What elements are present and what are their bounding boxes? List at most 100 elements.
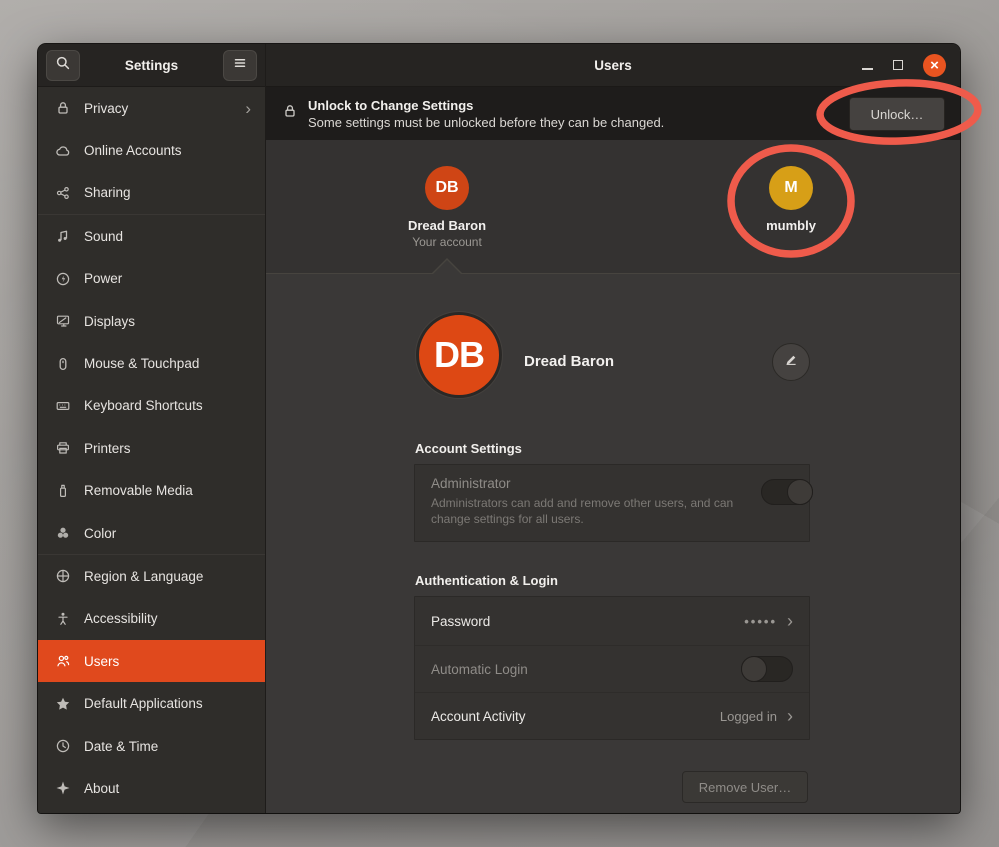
- window-controls: ×: [862, 44, 946, 86]
- administrator-label: Administrator: [431, 476, 761, 491]
- search-icon: [55, 55, 71, 76]
- sidebar-item-label: Users: [84, 654, 119, 669]
- administrator-toggle[interactable]: [761, 479, 813, 505]
- sidebar-item-label: Displays: [84, 314, 135, 329]
- toggle-knob: [787, 479, 813, 505]
- sidebar-item-privacy[interactable]: Privacy ›: [38, 87, 265, 129]
- users-icon: [55, 653, 71, 669]
- sidebar-item-removable-media[interactable]: Removable Media: [38, 470, 265, 512]
- unlock-banner: Unlock to Change Settings Some settings …: [266, 87, 960, 140]
- administrator-description: Administrators can add and remove other …: [431, 496, 761, 528]
- password-dots: •••••: [744, 614, 777, 629]
- unlock-banner-text: Unlock to Change Settings Some settings …: [308, 98, 664, 130]
- star-icon: [55, 696, 71, 712]
- clock-icon: [55, 738, 71, 754]
- titlebar: Users ×: [266, 44, 960, 87]
- toggle-knob: [741, 656, 767, 682]
- lock-icon: [55, 100, 71, 116]
- automatic-login-label: Automatic Login: [431, 662, 528, 677]
- sidebar-item-about[interactable]: About: [38, 767, 265, 809]
- sparkle-icon: [55, 780, 71, 796]
- user-carousel: DB Dread Baron Your account M mumbly: [266, 140, 960, 274]
- keyboard-icon: [55, 398, 71, 414]
- close-button[interactable]: ×: [923, 54, 946, 77]
- sidebar-item-label: Default Applications: [84, 696, 203, 711]
- account-settings-heading: Account Settings: [415, 441, 522, 456]
- sidebar: Settings Privacy › Online Accounts: [38, 44, 266, 813]
- menu-button[interactable]: [223, 50, 257, 81]
- sidebar-item-default-applications[interactable]: Default Applications: [38, 682, 265, 724]
- sidebar-item-printers[interactable]: Printers: [38, 427, 265, 469]
- share-icon: [55, 185, 71, 201]
- account-activity-row[interactable]: Account Activity Logged in ›: [415, 692, 809, 739]
- profile-avatar[interactable]: DB: [416, 312, 502, 398]
- sidebar-item-label: Sharing: [84, 185, 131, 200]
- desktop-background: Settings Privacy › Online Accounts: [0, 0, 999, 847]
- unlock-button[interactable]: Unlock…: [849, 97, 945, 131]
- chevron-right-icon: ›: [787, 612, 793, 630]
- sidebar-item-color[interactable]: Color: [38, 512, 265, 554]
- sidebar-item-online-accounts[interactable]: Online Accounts: [38, 129, 265, 171]
- sidebar-item-label: About: [84, 781, 119, 796]
- automatic-login-toggle[interactable]: [741, 656, 793, 682]
- sidebar-item-displays[interactable]: Displays: [38, 300, 265, 342]
- main-panel: Users × Unlock to Change Settings Some s…: [266, 44, 960, 813]
- sidebar-item-keyboard-shortcuts[interactable]: Keyboard Shortcuts: [38, 385, 265, 427]
- power-icon: [55, 271, 71, 287]
- user-dread-baron[interactable]: DB Dread Baron Your account: [372, 166, 522, 249]
- user-subtitle: Your account: [372, 235, 522, 249]
- search-button[interactable]: [46, 50, 80, 81]
- usb-drive-icon: [55, 483, 71, 499]
- unlock-banner-title: Unlock to Change Settings: [308, 98, 664, 113]
- administrator-text: Administrator Administrators can add and…: [431, 476, 761, 528]
- user-name: mumbly: [716, 218, 866, 233]
- sidebar-item-users[interactable]: Users: [38, 640, 265, 682]
- lock-icon: [282, 103, 298, 124]
- sidebar-nav: Privacy › Online Accounts Sharing Sound: [38, 87, 265, 813]
- password-row[interactable]: Password ••••• ›: [415, 597, 809, 645]
- settings-window: Settings Privacy › Online Accounts: [38, 44, 960, 813]
- sidebar-item-accessibility[interactable]: Accessibility: [38, 598, 265, 640]
- chevron-right-icon: ›: [787, 707, 793, 725]
- account-activity-label: Account Activity: [431, 709, 526, 724]
- unlock-banner-subtitle: Some settings must be unlocked before th…: [308, 115, 664, 130]
- color-circles-icon: [55, 525, 71, 541]
- remove-user-button[interactable]: Remove User…: [682, 771, 808, 803]
- automatic-login-row: Automatic Login: [415, 645, 809, 692]
- sidebar-item-label: Online Accounts: [84, 143, 182, 158]
- account-activity-value: Logged in: [720, 709, 777, 724]
- administrator-row: Administrator Administrators can add and…: [415, 465, 809, 541]
- sidebar-item-label: Accessibility: [84, 611, 158, 626]
- sidebar-item-power[interactable]: Power: [38, 258, 265, 300]
- sidebar-item-label: Power: [84, 271, 122, 286]
- avatar: M: [769, 166, 813, 210]
- edit-name-button[interactable]: [772, 343, 810, 381]
- sidebar-item-label: Printers: [84, 441, 131, 456]
- sidebar-item-region-language[interactable]: Region & Language: [38, 555, 265, 597]
- profile-name: Dread Baron: [524, 353, 614, 370]
- auth-login-card: Password ••••• › Automatic Login Acco: [414, 596, 810, 740]
- cloud-icon: [55, 143, 71, 159]
- sidebar-item-label: Removable Media: [84, 483, 193, 498]
- sidebar-item-label: Color: [84, 526, 116, 541]
- sidebar-item-label: Mouse & Touchpad: [84, 356, 199, 371]
- pencil-icon: [784, 353, 798, 372]
- sidebar-item-mouse-touchpad[interactable]: Mouse & Touchpad: [38, 342, 265, 384]
- minimize-button[interactable]: [862, 68, 873, 70]
- sidebar-item-date-time[interactable]: Date & Time: [38, 725, 265, 767]
- auth-login-heading: Authentication & Login: [415, 573, 558, 588]
- password-label: Password: [431, 614, 490, 629]
- page-title: Users: [594, 58, 632, 73]
- accessibility-person-icon: [55, 611, 71, 627]
- avatar: DB: [425, 166, 469, 210]
- mouse-icon: [55, 356, 71, 372]
- user-detail-panel: DB Dread Baron Account Settings Administ…: [266, 274, 960, 813]
- hamburger-icon: [233, 56, 247, 75]
- sidebar-item-sharing[interactable]: Sharing: [38, 172, 265, 214]
- user-mumbly[interactable]: M mumbly: [716, 166, 866, 233]
- maximize-button[interactable]: [893, 60, 903, 70]
- sidebar-item-label: Keyboard Shortcuts: [84, 398, 203, 413]
- music-note-icon: [55, 228, 71, 244]
- sidebar-item-sound[interactable]: Sound: [38, 215, 265, 257]
- sidebar-item-label: Region & Language: [84, 569, 203, 584]
